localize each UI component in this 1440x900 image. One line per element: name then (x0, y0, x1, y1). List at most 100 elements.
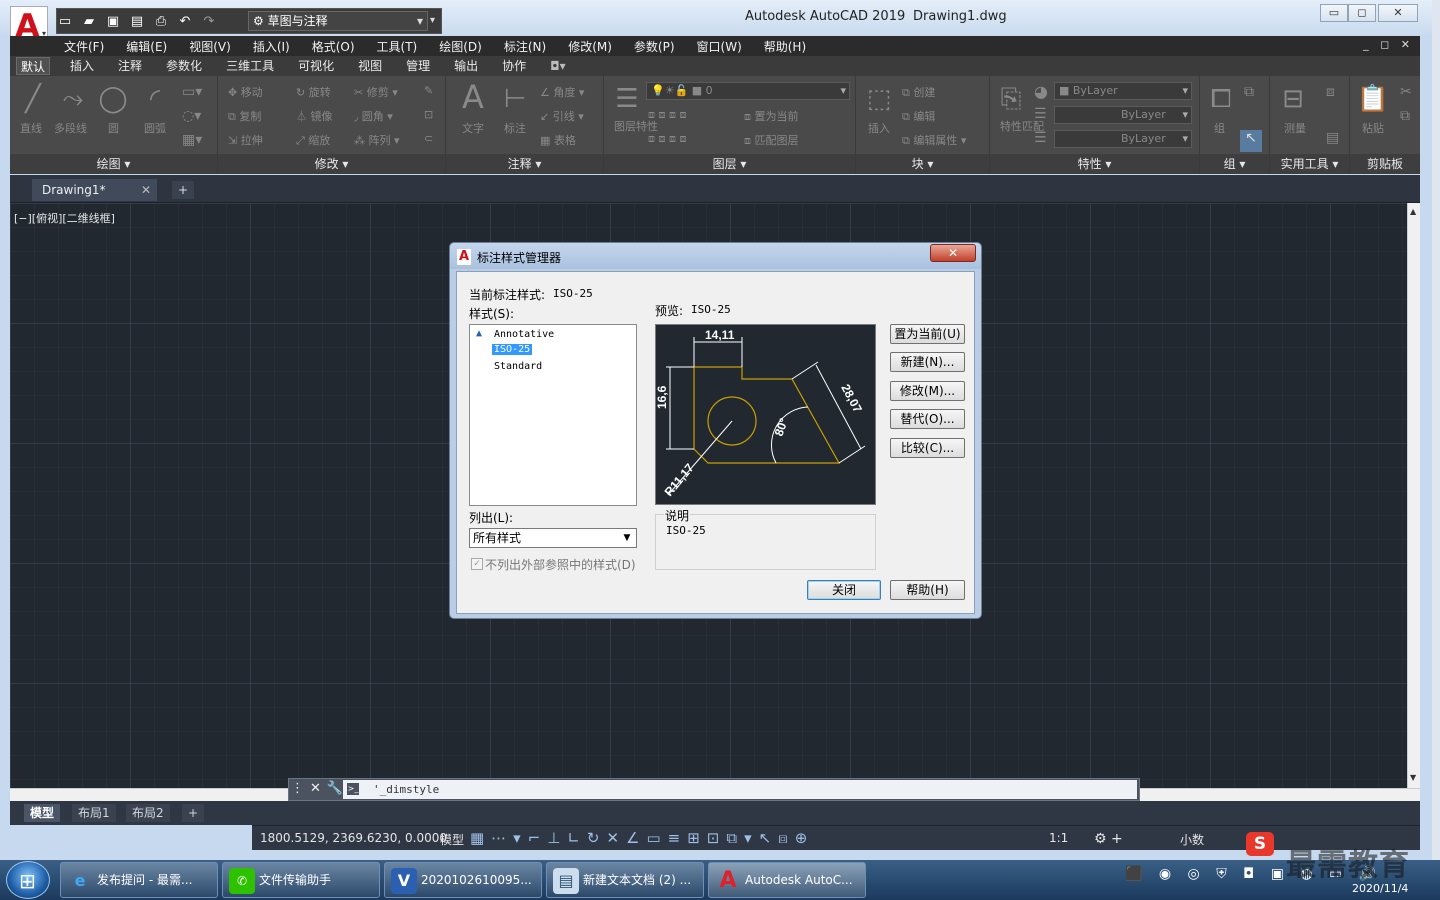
color-wheel-icon[interactable]: ◕ (1034, 82, 1048, 101)
close-tab-icon[interactable]: ✕ (141, 179, 151, 201)
menu-view[interactable]: 视图(V) (189, 38, 231, 55)
copy-clip-icon[interactable]: ⧉ (1400, 108, 1410, 124)
annotation-scale[interactable]: 1:1 (1049, 831, 1068, 845)
explode-icon[interactable]: ⊡ (424, 108, 433, 121)
qat-more-icon[interactable]: ▾ (430, 11, 442, 31)
circle-label[interactable]: 圆 (108, 120, 119, 136)
doc-tab-drawing1[interactable]: Drawing1* ✕ (32, 179, 157, 201)
style-item-annotative[interactable]: Annotative (494, 329, 554, 340)
vertical-scrollbar[interactable]: ▲ ▼ (1407, 203, 1420, 788)
leader-tool[interactable]: ↙ 引线 ▾ (540, 108, 584, 124)
start-button[interactable]: ⊞ (6, 861, 50, 899)
menu-help[interactable]: 帮助(H) (764, 38, 806, 55)
ribbon-options-icon[interactable]: ◘▾ (546, 57, 570, 75)
tab-3d-tools[interactable]: 三维工具 (222, 57, 278, 75)
arc-label[interactable]: 圆弧 (144, 120, 166, 136)
angle-tool[interactable]: ∠ 角度 ▾ (540, 84, 584, 100)
task-autocad[interactable]: A Autodesk AutoC... (708, 862, 866, 898)
panel-properties-title[interactable]: 特性 ▾ (990, 154, 1199, 174)
menu-draw[interactable]: 绘图(D) (439, 38, 482, 55)
measure-icon[interactable]: ⊟ (1276, 82, 1310, 116)
line-label[interactable]: 直线 (20, 120, 42, 136)
insert-block-icon[interactable]: ⬚ (862, 82, 896, 116)
task-ie[interactable]: e 发布提问 - 最需... (60, 862, 218, 898)
menu-modify[interactable]: 修改(M) (568, 38, 612, 55)
panel-modify-title[interactable]: 修改 ▾ (218, 154, 445, 174)
style-item-standard[interactable]: Standard (494, 361, 542, 372)
model-space-button[interactable]: 模型 (440, 831, 464, 848)
tab-default[interactable]: 默认 (16, 57, 51, 75)
lineweight-dropdown[interactable]: ByLayer (1054, 130, 1192, 148)
table-tool[interactable]: ▦ 表格 (540, 132, 576, 148)
menu-dimension[interactable]: 标注(N) (504, 38, 546, 55)
workspace-selector[interactable]: ⚙ 草图与注释 (248, 11, 428, 31)
command-input[interactable]: '_dimstyle (343, 780, 1137, 799)
menu-tools[interactable]: 工具(T) (377, 38, 418, 55)
calculator-icon[interactable]: ▤ (1326, 130, 1339, 146)
polyline-label[interactable]: 多段线 (54, 120, 87, 136)
tab-view[interactable]: 视图 (354, 57, 386, 75)
override-style-button[interactable]: 替代(O)... (890, 409, 965, 429)
close-button[interactable]: ✕ (1378, 4, 1418, 22)
layer-tools-row1[interactable]: ⧈ ⧈ ⧈ ⧈ (648, 108, 686, 122)
tab-insert[interactable]: 插入 (66, 57, 98, 75)
menu-parametric[interactable]: 参数(P) (634, 38, 675, 55)
menu-insert[interactable]: 插入(I) (253, 38, 290, 55)
task-notepad[interactable]: ▤ 新建文本文档 (2) ... (546, 862, 704, 898)
dialog-close-button[interactable]: ✕ (930, 244, 976, 262)
paste-label[interactable]: 粘贴 (1362, 120, 1384, 136)
dimension-label[interactable]: 标注 (504, 120, 526, 136)
erase-icon[interactable]: ✎ (424, 84, 433, 97)
layer-tools-row2[interactable]: ⧈ ⧈ ⧈ ⧈ (648, 132, 686, 146)
match-layer-tool[interactable]: ⧈ 匹配图层 (744, 132, 799, 148)
paste-icon[interactable]: 📋 (1356, 82, 1390, 116)
style-item-iso25[interactable]: ISO-25 (492, 344, 533, 355)
mirror-tool[interactable]: ⏃ 镜像 (296, 108, 333, 124)
tab-collaborate[interactable]: 协作 (498, 57, 530, 75)
save-icon[interactable]: ▣ (104, 12, 122, 30)
copy-tool[interactable]: ⧉ 复制 (228, 108, 261, 124)
undo-icon[interactable]: ↶ (176, 12, 194, 30)
arc-icon[interactable]: ◜ (138, 82, 172, 116)
rectangle-icon[interactable]: ▭▾ (182, 84, 202, 100)
viewport-controls[interactable]: [−][俯视][二维线框] (14, 210, 115, 226)
dimension-icon[interactable]: ⊢ (498, 82, 532, 116)
compare-style-button[interactable]: 比较(C)... (890, 438, 965, 458)
open-file-icon[interactable]: ▰ (80, 12, 98, 30)
layer-properties-icon[interactable]: ☰ (610, 82, 644, 116)
panel-draw-title[interactable]: 绘图 ▾ (10, 154, 217, 174)
match-properties-icon[interactable]: ⎘ (994, 82, 1028, 116)
redo-icon[interactable]: ↷ (200, 12, 218, 30)
set-current-tool[interactable]: ⧈ 置为当前 (744, 108, 799, 124)
add-layout-button[interactable]: + (182, 804, 205, 822)
scale-tool[interactable]: ⤢ 缩放 (296, 132, 330, 148)
panel-groups-title[interactable]: 组 ▾ (1200, 154, 1269, 174)
line-icon[interactable]: ╱ (16, 82, 50, 116)
close-dialog-button[interactable]: 关闭 (807, 580, 881, 600)
edit-attr-tool[interactable]: ⧉ 编辑属性 ▾ (902, 132, 966, 148)
workspace-gear-icon[interactable]: ⚙ + (1094, 831, 1123, 847)
new-tab-button[interactable]: + (172, 181, 194, 199)
scroll-up-icon[interactable]: ▲ (1410, 207, 1416, 216)
maximize-button[interactable]: ◻ (1348, 4, 1376, 22)
print-icon[interactable]: ⎙ (152, 12, 170, 30)
save-as-icon[interactable]: ▤ (128, 12, 146, 30)
text-label[interactable]: 文字 (462, 120, 484, 136)
menu-format[interactable]: 格式(O) (312, 38, 355, 55)
fillet-tool[interactable]: ◞ 圆角 ▾ (354, 108, 393, 124)
linetype-dropdown[interactable]: ByLayer (1054, 106, 1192, 124)
layout-tab-model[interactable]: 模型 (24, 804, 61, 822)
ungroup-icon[interactable]: ⧉ (1244, 84, 1254, 100)
new-file-icon[interactable]: ▭ (56, 12, 74, 30)
tab-annotate[interactable]: 注释 (114, 57, 146, 75)
status-toggle-icons[interactable]: ▦⋯▾⌐⊥∟↻✕∠▭≡⊞⊡⧉▾↖⧈⊕ (470, 829, 814, 847)
tab-output[interactable]: 输出 (450, 57, 482, 75)
lineweight-icon[interactable]: ☰ (1034, 130, 1047, 146)
linetype-icon[interactable]: ☰ (1034, 106, 1047, 122)
menu-edit[interactable]: 编辑(E) (126, 38, 167, 55)
task-wechat[interactable]: ✆ 文件传输助手 (222, 862, 380, 898)
offset-icon[interactable]: ⊂ (424, 132, 433, 145)
group-icon[interactable]: ⧠ (1204, 82, 1238, 116)
text-icon[interactable]: A (456, 80, 490, 114)
create-block-tool[interactable]: ⧉ 创建 (902, 84, 935, 100)
